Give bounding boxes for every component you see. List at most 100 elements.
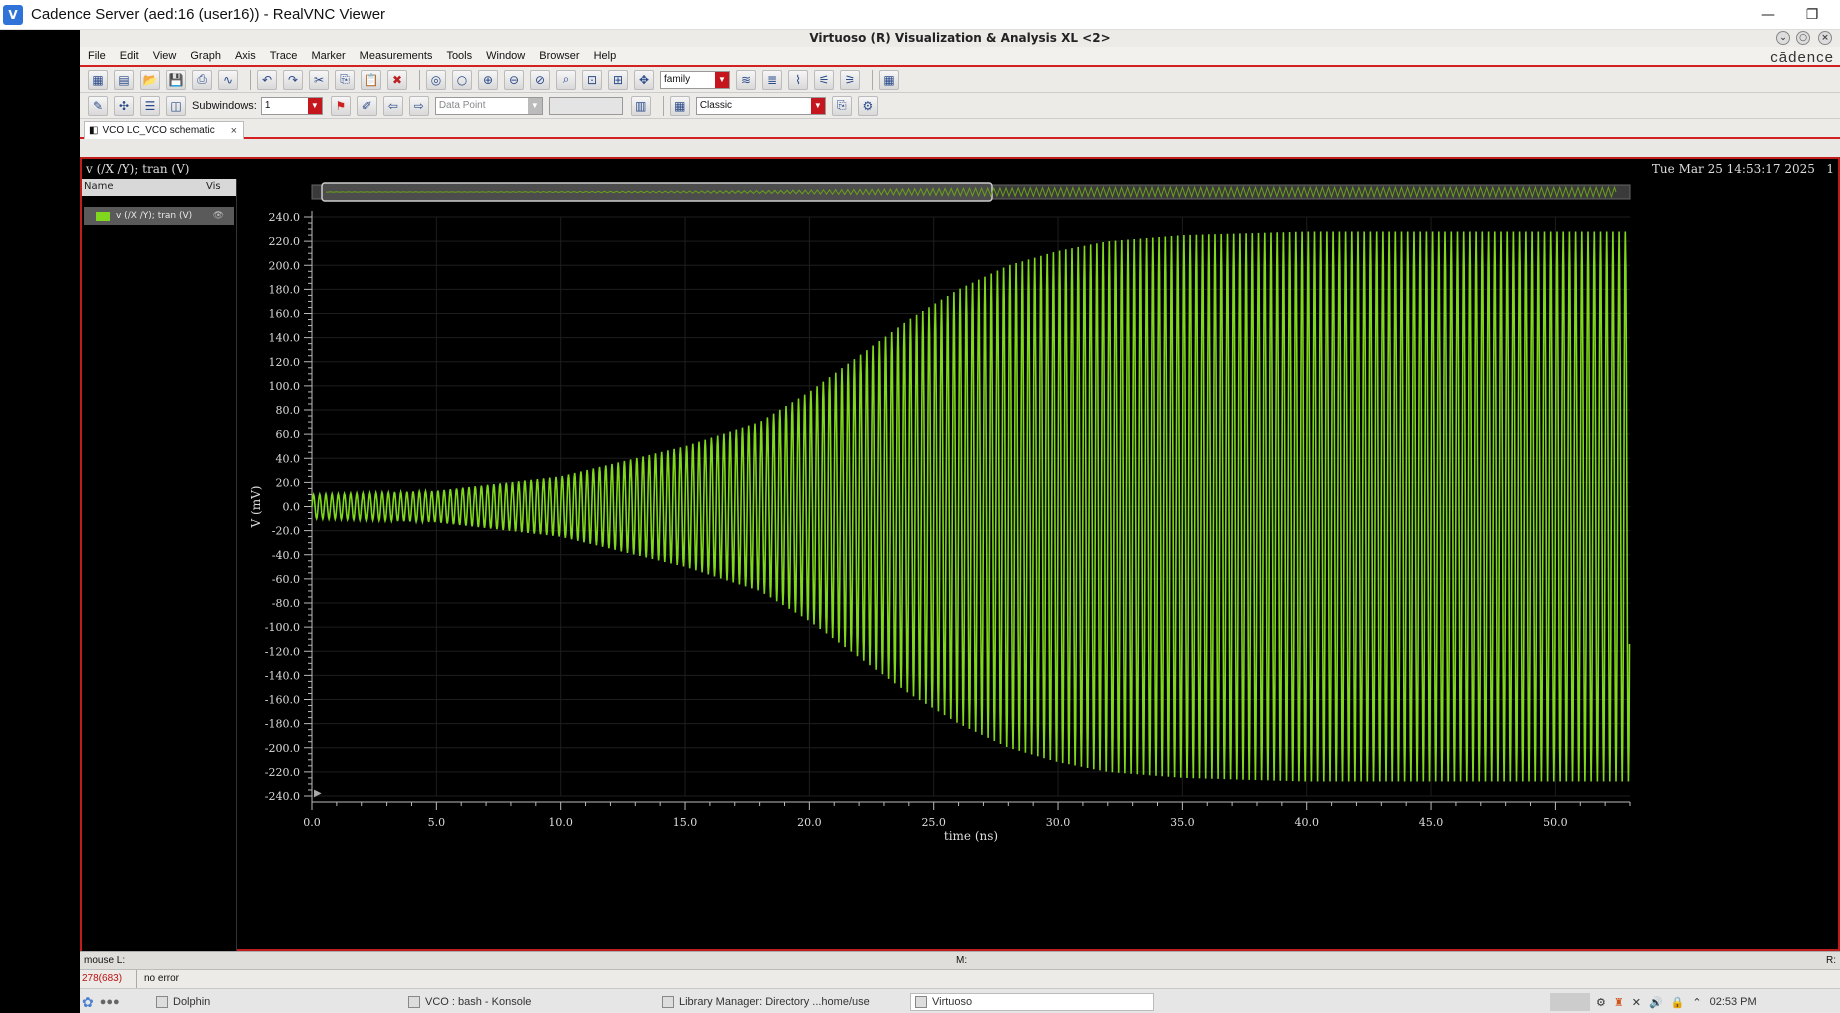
x-tick-label: 35.0 xyxy=(1170,816,1195,829)
menu-window[interactable]: Window xyxy=(486,50,525,62)
tab-vco-schematic[interactable]: ◧ VCO LC_VCO schematic × xyxy=(84,121,244,139)
pan-icon[interactable]: ✥ xyxy=(634,69,654,90)
command-counter: 278(683) xyxy=(82,973,123,984)
undo-icon[interactable]: ↶ xyxy=(257,69,277,90)
annotation-icon[interactable]: ✐ xyxy=(356,95,377,116)
paste-icon[interactable]: 📋 xyxy=(361,69,381,90)
family-chart-icon[interactable]: ⚞ xyxy=(840,69,860,90)
tray-blank xyxy=(1550,993,1590,1011)
waveform-icon[interactable]: ∿ xyxy=(218,69,238,90)
delete-icon[interactable]: ✖ xyxy=(387,69,407,90)
y-tick-label: -220.0 xyxy=(265,766,300,779)
visibility-eye-icon[interactable]: 👁 xyxy=(213,211,224,221)
folder-icon xyxy=(156,996,168,1008)
graph-header: v (/X /Y); tran (V) Tue Mar 25 14:53:17 … xyxy=(82,159,1838,179)
menu-tools[interactable]: Tools xyxy=(446,50,472,62)
app-launcher-icon[interactable]: ✿ ●●● xyxy=(82,993,120,1011)
zoom-in-icon[interactable]: ⊕ xyxy=(478,69,498,90)
histogram-icon[interactable]: ▥ xyxy=(630,95,651,116)
split-chart-icon[interactable]: ⚟ xyxy=(814,69,834,90)
vnc-restore-button[interactable]: ❐ xyxy=(1792,3,1832,27)
y-axis-label: V (mV) xyxy=(249,486,263,529)
menu-view[interactable]: View xyxy=(153,50,177,62)
cut-icon[interactable]: ✂ xyxy=(309,69,329,90)
taskbar-label: Library Manager: Directory ...home/use xyxy=(679,996,870,1008)
next-point-icon[interactable]: ⇨ xyxy=(408,95,429,116)
overlay-chart-icon[interactable]: ⌇ xyxy=(788,69,808,90)
toolbar-secondary: ✎ ✣ ☰ ◫ Subwindows: 1 ▼ ⚑ ✐ ⇦ ⇨ Data Poi… xyxy=(80,93,1840,119)
y-tick-label: -140.0 xyxy=(265,669,300,682)
y-tick-label: 100.0 xyxy=(269,380,301,393)
copy-icon[interactable]: ⎘ xyxy=(335,69,355,90)
menu-trace[interactable]: Trace xyxy=(270,50,298,62)
load-style-icon[interactable]: ⚙ xyxy=(857,95,878,116)
family-combo[interactable]: family ▼ xyxy=(660,70,730,89)
crosshair-tool-icon[interactable]: ✣ xyxy=(114,95,134,116)
flag-marker-icon[interactable]: ⚑ xyxy=(330,95,351,116)
y-tick-label: 140.0 xyxy=(269,332,301,345)
data-point-combo[interactable]: Data Point ▼ xyxy=(434,96,543,115)
prev-point-icon[interactable]: ⇦ xyxy=(382,95,403,116)
taskbar-item-konsole[interactable]: VCO : bash - Konsole xyxy=(408,993,531,1011)
zoom-reset-icon[interactable]: ○ xyxy=(452,69,472,90)
menu-axis[interactable]: Axis xyxy=(235,50,256,62)
legend-entry[interactable]: v (/X /Y); tran (V) 👁 xyxy=(84,207,234,225)
toolbar-main: ▦ ▤ 📂 💾 ⎙ ∿ ↶ ↷ ✂ ⎘ 📋 ✖ ◎ ○ ⊕ ⊖ ⊘ ⌕ ⊡ ⊞ … xyxy=(80,67,1840,93)
expand-tray-icon[interactable]: ⌃ xyxy=(1692,996,1701,1009)
subwindows-combo[interactable]: 1 ▼ xyxy=(260,96,323,115)
menu-browser[interactable]: Browser xyxy=(539,50,579,62)
open-folder-icon[interactable]: 📂 xyxy=(140,69,160,90)
status-message: no error xyxy=(144,973,180,984)
y-tick-label: -80.0 xyxy=(272,597,300,610)
grid-toggle-icon[interactable]: ▦ xyxy=(879,69,899,90)
style-combo[interactable]: Classic ▼ xyxy=(695,96,826,115)
table-icon[interactable]: ▦ xyxy=(669,95,690,116)
menu-edit[interactable]: Edit xyxy=(120,50,139,62)
taskbar-item-dolphin[interactable]: Dolphin xyxy=(156,993,210,1011)
legend-entry-label: v (/X /Y); tran (V) xyxy=(116,211,193,221)
data-point-value-field[interactable] xyxy=(548,96,623,115)
close-tab-icon[interactable]: × xyxy=(231,125,237,137)
maximize-button[interactable]: ○ xyxy=(1796,31,1810,45)
vertical-split-icon[interactable]: ◫ xyxy=(166,95,186,116)
zoom-fit-icon[interactable]: ◎ xyxy=(426,69,446,90)
print-icon[interactable]: ⎙ xyxy=(192,69,212,90)
y-tick-label: -120.0 xyxy=(265,645,300,658)
zoom-x-icon[interactable]: ⊖ xyxy=(504,69,524,90)
stack-chart-icon[interactable]: ≣ xyxy=(762,69,782,90)
menu-file[interactable]: File xyxy=(88,50,106,62)
new-window-icon[interactable]: ▦ xyxy=(88,69,108,90)
strip-chart-icon[interactable]: ≋ xyxy=(736,69,756,90)
vnc-minimize-button[interactable]: — xyxy=(1748,3,1788,27)
network-tray-icon[interactable]: ✕ xyxy=(1632,996,1641,1009)
redo-icon[interactable]: ↷ xyxy=(283,69,303,90)
horizontal-split-icon[interactable]: ☰ xyxy=(140,95,160,116)
y-tick-label: 0.0 xyxy=(283,501,301,514)
zoom-y-icon[interactable]: ⊞ xyxy=(608,69,628,90)
taskbar-label: Dolphin xyxy=(173,996,211,1008)
settings-tray-icon[interactable]: ⚙ xyxy=(1596,996,1606,1009)
menu-measurements[interactable]: Measurements xyxy=(360,50,433,62)
plot-area[interactable]: 240.0 220.0 200.0 180.0 160.0 140.0 120.0 100.0… xyxy=(240,179,1836,949)
taskbar-item-virtuoso[interactable]: Virtuoso xyxy=(910,993,1154,1011)
close-window-button[interactable]: × xyxy=(1818,31,1832,45)
taskbar-item-library-manager[interactable]: Library Manager: Directory ...home/use xyxy=(662,993,870,1011)
pointer-tool-icon[interactable]: ✎ xyxy=(88,95,108,116)
zoom-box-icon[interactable]: ⊡ xyxy=(582,69,602,90)
vnc-window-title: Cadence Server (aed:16 (user16)) - RealV… xyxy=(31,6,386,23)
notification-tray-icon[interactable]: ♜ xyxy=(1614,996,1624,1009)
shade-button[interactable]: ⌄ xyxy=(1776,31,1790,45)
lock-tray-icon[interactable]: 🔒 xyxy=(1671,996,1685,1009)
zoom-out-icon[interactable]: ⊘ xyxy=(530,69,550,90)
subwindows-combo-value: 1 xyxy=(264,100,271,111)
clock: 02:53 PM xyxy=(1709,996,1757,1008)
subwindow-icon[interactable]: ▤ xyxy=(114,69,134,90)
save-style-icon[interactable]: ⎘ xyxy=(831,95,852,116)
menu-marker[interactable]: Marker xyxy=(311,50,345,62)
volume-tray-icon[interactable]: 🔊 xyxy=(1649,996,1663,1009)
menu-graph[interactable]: Graph xyxy=(190,50,221,62)
zoom-area-icon[interactable]: ⌕ xyxy=(556,69,576,90)
separator xyxy=(872,69,873,90)
save-icon[interactable]: 💾 xyxy=(166,69,186,90)
menu-help[interactable]: Help xyxy=(594,50,617,62)
